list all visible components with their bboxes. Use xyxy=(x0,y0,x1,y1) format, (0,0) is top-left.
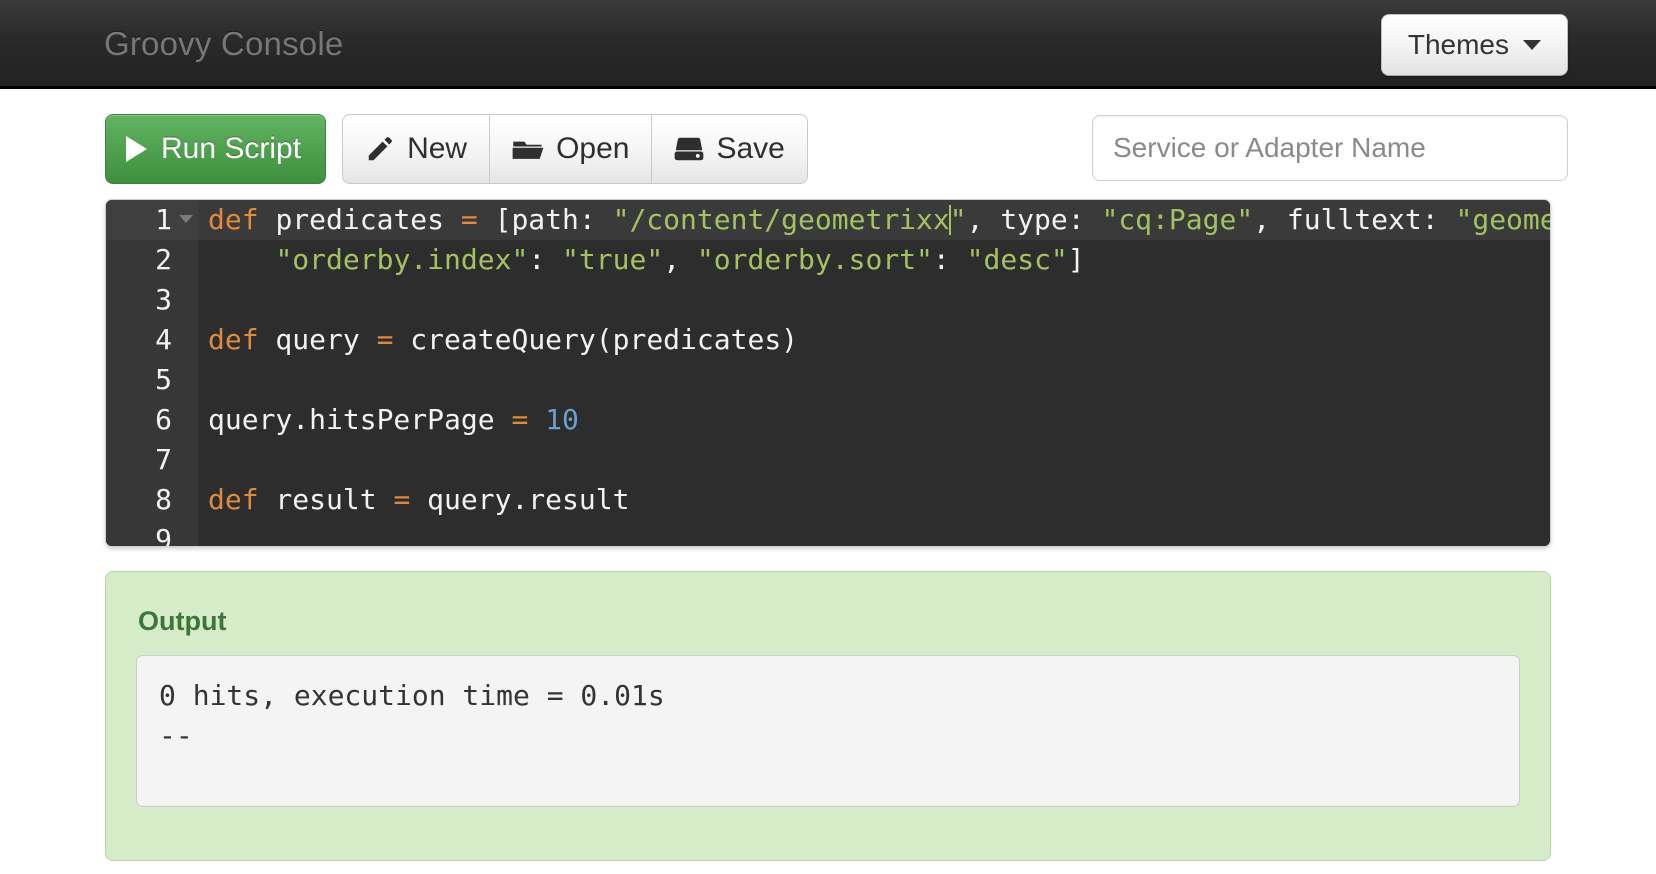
code-line-content[interactable]: query.hitsPerPage = 10 xyxy=(198,400,1550,440)
code-token: predicates xyxy=(275,203,445,236)
run-script-button[interactable]: Run Script xyxy=(105,114,327,184)
code-line-content[interactable]: def query = createQuery(predicates) xyxy=(198,320,1550,360)
line-number: 8 xyxy=(106,480,198,520)
code-token: 10 xyxy=(545,403,579,436)
code-line-content[interactable] xyxy=(198,280,1550,320)
code-token: query.hitsPerPage xyxy=(208,403,512,436)
code-token: "/content/geometrixx xyxy=(612,203,950,236)
pencil-icon xyxy=(365,134,395,164)
open-label: Open xyxy=(556,132,630,165)
app-title: Groovy Console xyxy=(104,24,344,62)
output-panel: Output 0 hits, execution time = 0.01s -- xyxy=(105,571,1551,861)
new-label: New xyxy=(407,132,468,165)
code-token: "geometrixx" xyxy=(1455,203,1550,236)
code-token: query.result xyxy=(410,483,630,516)
code-line[interactable]: 5 xyxy=(106,360,1550,400)
code-editor[interactable]: 1 def predicates = [path: "/content/geome… xyxy=(105,199,1551,547)
floppy-save-icon xyxy=(674,135,704,163)
folder-open-icon xyxy=(512,134,544,164)
line-number: 9 xyxy=(106,520,198,546)
code-token: createQuery(predicates) xyxy=(393,323,799,356)
code-line-content[interactable]: def predicates = [path: "/content/geomet… xyxy=(198,200,1550,240)
code-line-content[interactable]: def result = query.result xyxy=(198,480,1550,520)
code-token: [path: xyxy=(477,203,613,236)
play-icon xyxy=(126,136,147,162)
code-token: , fulltext: xyxy=(1253,203,1456,236)
code-line[interactable]: 3 xyxy=(106,280,1550,320)
code-line[interactable]: 7 xyxy=(106,440,1550,480)
code-token: "orderby.sort" xyxy=(696,243,933,276)
themes-dropdown-button[interactable]: Themes xyxy=(1380,14,1568,76)
code-token: = xyxy=(393,483,411,516)
code-token: " xyxy=(949,203,967,236)
code-token: "desc" xyxy=(966,243,1068,276)
code-line[interactable]: 1 def predicates = [path: "/content/geome… xyxy=(106,200,1550,240)
line-number: 3 xyxy=(106,280,198,320)
code-token: result xyxy=(258,483,394,516)
code-token: "cq:Page" xyxy=(1101,203,1254,236)
file-button-group: New Open Save xyxy=(342,114,808,184)
code-token: "true" xyxy=(562,243,664,276)
save-button[interactable]: Save xyxy=(651,114,808,184)
chevron-down-icon xyxy=(1523,40,1541,50)
code-token: ] xyxy=(1067,243,1085,276)
code-token: def xyxy=(208,483,259,516)
code-editor-viewport[interactable]: 1 def predicates = [path: "/content/geome… xyxy=(106,200,1550,546)
code-token: , type: xyxy=(966,203,1102,236)
service-or-adapter-name-input[interactable] xyxy=(1092,115,1568,181)
line-number: 5 xyxy=(106,360,198,400)
output-text: 0 hits, execution time = 0.01s -- xyxy=(136,655,1520,807)
new-button[interactable]: New xyxy=(342,114,490,184)
line-number: 6 xyxy=(106,400,198,440)
code-token: query xyxy=(258,323,377,356)
navbar: Groovy Console Themes xyxy=(0,0,1656,89)
code-token: , xyxy=(663,243,697,276)
code-token: : xyxy=(528,243,563,276)
code-line[interactable]: 8 def result = query.result xyxy=(106,480,1550,520)
code-token: = xyxy=(511,403,529,436)
code-token: "orderby.index" xyxy=(275,243,529,276)
code-line-content[interactable] xyxy=(198,520,1550,546)
run-script-label: Run Script xyxy=(161,132,302,165)
open-button[interactable]: Open xyxy=(489,114,652,184)
code-line-content[interactable] xyxy=(198,440,1550,480)
output-title: Output xyxy=(138,606,227,636)
code-token: def xyxy=(208,203,259,236)
code-line-content[interactable]: "orderby.index": "true", "orderby.sort":… xyxy=(198,240,1550,280)
code-line[interactable]: 6 query.hitsPerPage = 10 xyxy=(106,400,1550,440)
themes-label: Themes xyxy=(1407,29,1509,60)
code-token: = xyxy=(460,203,478,236)
line-number: 4 xyxy=(106,320,198,360)
code-token: = xyxy=(376,323,394,356)
line-number: 1 xyxy=(106,200,198,240)
line-number: 7 xyxy=(106,440,198,480)
code-line-content[interactable] xyxy=(198,360,1550,400)
code-line[interactable]: 9 xyxy=(106,520,1550,546)
line-number: 2 xyxy=(106,240,198,280)
code-token: : xyxy=(932,243,967,276)
save-label: Save xyxy=(716,132,785,165)
code-line[interactable]: 2 "orderby.index": "true", "orderby.sort… xyxy=(106,240,1550,280)
toolbar: Run Script New Open Save Service or Adap… xyxy=(0,113,1656,185)
code-line[interactable]: 4 def query = createQuery(predicates) xyxy=(106,320,1550,360)
fold-toggle-icon[interactable] xyxy=(179,215,193,223)
code-token: def xyxy=(208,323,259,356)
